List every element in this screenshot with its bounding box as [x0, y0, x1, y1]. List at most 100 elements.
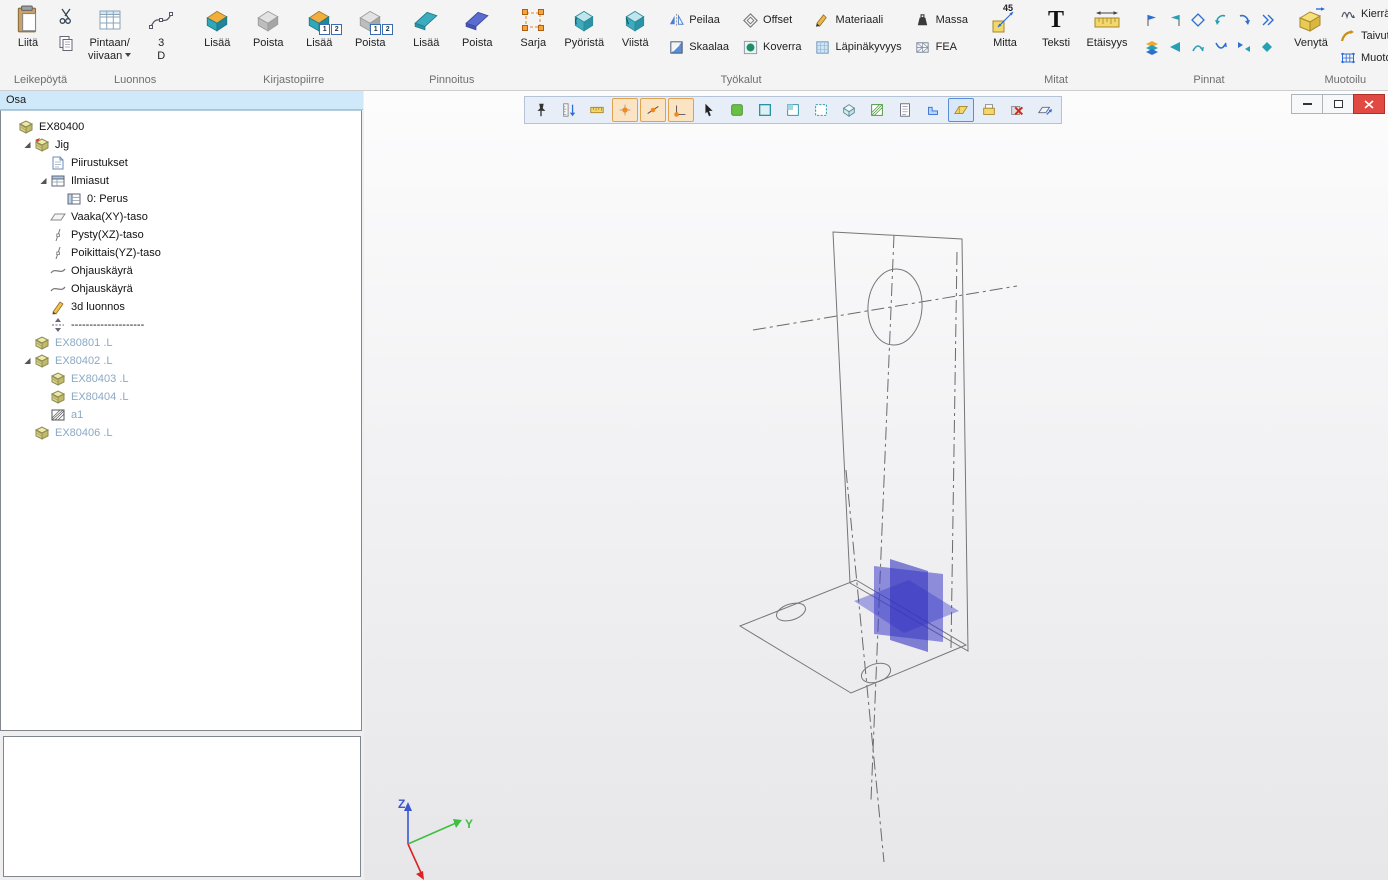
surface-flag-left2-button[interactable]	[1165, 37, 1184, 56]
sketch-3d-label-1: 3	[158, 37, 164, 49]
minimize-button[interactable]	[1291, 94, 1323, 114]
library-remove-numbered-button[interactable]: 12 Poista	[345, 1, 395, 53]
expand-toggle[interactable]: ◢	[21, 136, 34, 154]
mass-button[interactable]: Massa	[914, 11, 968, 29]
expand-toggle[interactable]: ◢	[21, 352, 34, 370]
snap-point-toggle[interactable]	[612, 98, 638, 122]
tree-item-ohjauskayra-2[interactable]: Ohjauskäyrä	[1, 280, 361, 298]
library-remove-button[interactable]: Poista	[243, 1, 293, 53]
twist-button[interactable]: Kierrä	[1339, 5, 1388, 23]
measure-vertical-button[interactable]	[556, 98, 582, 122]
surface-chevrons-button[interactable]	[1257, 10, 1276, 29]
snap-line-toggle[interactable]	[640, 98, 666, 122]
mirror-button[interactable]: Peilaa	[667, 11, 729, 29]
paste-button[interactable]: Liitä	[3, 1, 53, 53]
origin-planes[interactable]	[854, 559, 959, 652]
tree-item-separator[interactable]: --------------------	[1, 316, 361, 334]
select-face-dashed-button[interactable]	[808, 98, 834, 122]
tree-item-ex80402[interactable]: ◢ EX80402 .L	[1, 352, 361, 370]
surface-flag-pair-button[interactable]	[1234, 37, 1253, 56]
tree-item-pysty-xz-taso[interactable]: Pysty(XZ)-taso	[1, 226, 361, 244]
dimension-button[interactable]: 45 Mitta	[980, 1, 1030, 53]
tree-item-ex80406[interactable]: EX80406 .L	[1, 424, 361, 442]
scale-button[interactable]: Skaalaa	[667, 38, 729, 56]
tree-item-vaaka-xy-taso[interactable]: Vaaka(XY)-taso	[1, 208, 361, 226]
tree-item-ex80400[interactable]: EX80400	[1, 118, 361, 136]
work-plane-icon	[953, 102, 969, 118]
tree-item-a1[interactable]: a1	[1, 406, 361, 424]
surface-arc-up-button[interactable]	[1188, 37, 1207, 56]
maximize-button[interactable]	[1322, 94, 1354, 114]
tree-item-0-perus[interactable]: 0: Perus	[1, 190, 361, 208]
surface-step-button[interactable]	[920, 98, 946, 122]
cut-button[interactable]	[56, 6, 76, 26]
feature-tree[interactable]: EX80400 ◢ Jig Piirustukset ◢ Ilmiasut 0:…	[0, 110, 362, 731]
sketch-on-surface-label-2: viivaan	[88, 50, 122, 62]
close-button[interactable]	[1353, 94, 1385, 114]
hatch-icon	[50, 407, 66, 423]
tree-item-piirustukset[interactable]: Piirustukset	[1, 154, 361, 172]
library-add-numbered-button[interactable]: 12 Lisää	[294, 1, 344, 53]
detail-panel[interactable]	[3, 736, 361, 877]
surface-flag-left-button[interactable]	[1165, 10, 1184, 29]
surface-arc-down-button[interactable]	[1211, 37, 1230, 56]
material-button[interactable]: Materiaali	[814, 11, 902, 29]
tree-item-ex80801[interactable]: EX80801 .L	[1, 334, 361, 352]
surface-rotate-right-button[interactable]	[1234, 10, 1253, 29]
sketch-3d-button[interactable]: 3D	[136, 1, 186, 66]
measure-ruler-button[interactable]	[584, 98, 610, 122]
fillet-button[interactable]: Pyöristä	[559, 1, 609, 53]
tree-item-ilmiasut[interactable]: ◢ Ilmiasut	[1, 172, 361, 190]
transparency-button[interactable]: Läpinäkyvyys	[814, 38, 902, 56]
pattern-button[interactable]: Sarja	[508, 1, 558, 53]
bend-button[interactable]: Taivuta	[1339, 27, 1388, 45]
feature-list-button[interactable]	[892, 98, 918, 122]
surface-rotate-left-button[interactable]	[1211, 10, 1230, 29]
select-solid-button[interactable]	[836, 98, 862, 122]
select-face-button[interactable]	[752, 98, 778, 122]
text-button[interactable]: T Teksti	[1031, 1, 1081, 53]
offset-button[interactable]: Offset	[741, 11, 802, 29]
surface-diamond-small-button[interactable]	[1257, 37, 1276, 56]
lattice-icon	[1339, 49, 1357, 67]
delete-face-button[interactable]	[1004, 98, 1030, 122]
stretch-button[interactable]: Venytä	[1286, 1, 1336, 53]
copy-button[interactable]	[56, 33, 76, 53]
fillet-icon	[571, 4, 597, 36]
tree-item-ex80404[interactable]: EX80404 .L	[1, 388, 361, 406]
tree-item-ex80403[interactable]: EX80403 .L	[1, 370, 361, 388]
hollow-button[interactable]: Koverra	[741, 38, 802, 56]
sketch-on-surface-label-1: Pintaan/	[89, 37, 129, 49]
plane-output-button[interactable]	[976, 98, 1002, 122]
plane-direction-button[interactable]	[1032, 98, 1058, 122]
tree-item-ohjauskayra-1[interactable]: Ohjauskäyrä	[1, 262, 361, 280]
deform-button[interactable]: Muotoile	[1339, 49, 1388, 67]
flag-left-icon	[1167, 12, 1183, 28]
select-face-green-button[interactable]	[724, 98, 750, 122]
tree-item-3d-luonnos[interactable]: 3d luonnos	[1, 298, 361, 316]
select-hatch-button[interactable]	[864, 98, 890, 122]
x-axis-arrow	[416, 871, 424, 880]
pin-button[interactable]	[528, 98, 554, 122]
surface-add-button[interactable]: Lisää	[401, 1, 451, 53]
select-face-partial-button[interactable]	[780, 98, 806, 122]
expand-toggle[interactable]: ◢	[37, 172, 50, 190]
work-plane-button[interactable]	[948, 98, 974, 122]
fea-button[interactable]: FEA	[914, 38, 968, 56]
library-add-button[interactable]: Lisää	[192, 1, 242, 53]
axis-y-label: Y	[465, 817, 473, 831]
surface-diamond-button[interactable]	[1188, 10, 1207, 29]
tree-item-jig[interactable]: ◢ Jig	[1, 136, 361, 154]
tree-item-poikittais-yz-taso[interactable]: Poikittais(YZ)-taso	[1, 244, 361, 262]
model-canvas[interactable]: Z Y	[364, 91, 1388, 880]
surface-flag-right-button[interactable]	[1142, 10, 1161, 29]
viewport[interactable]: Z Y	[364, 91, 1388, 880]
sketch-on-surface-button[interactable]: Pintaan/viivaan	[84, 1, 135, 66]
surface-stack-button[interactable]	[1142, 37, 1161, 56]
surface-remove-icon	[464, 4, 490, 36]
surface-remove-button[interactable]: Poista	[452, 1, 502, 53]
distance-button[interactable]: Etäisyys	[1082, 1, 1132, 53]
select-element-button[interactable]	[696, 98, 722, 122]
snap-angle-toggle[interactable]	[668, 98, 694, 122]
chamfer-button[interactable]: Viistä	[610, 1, 660, 53]
